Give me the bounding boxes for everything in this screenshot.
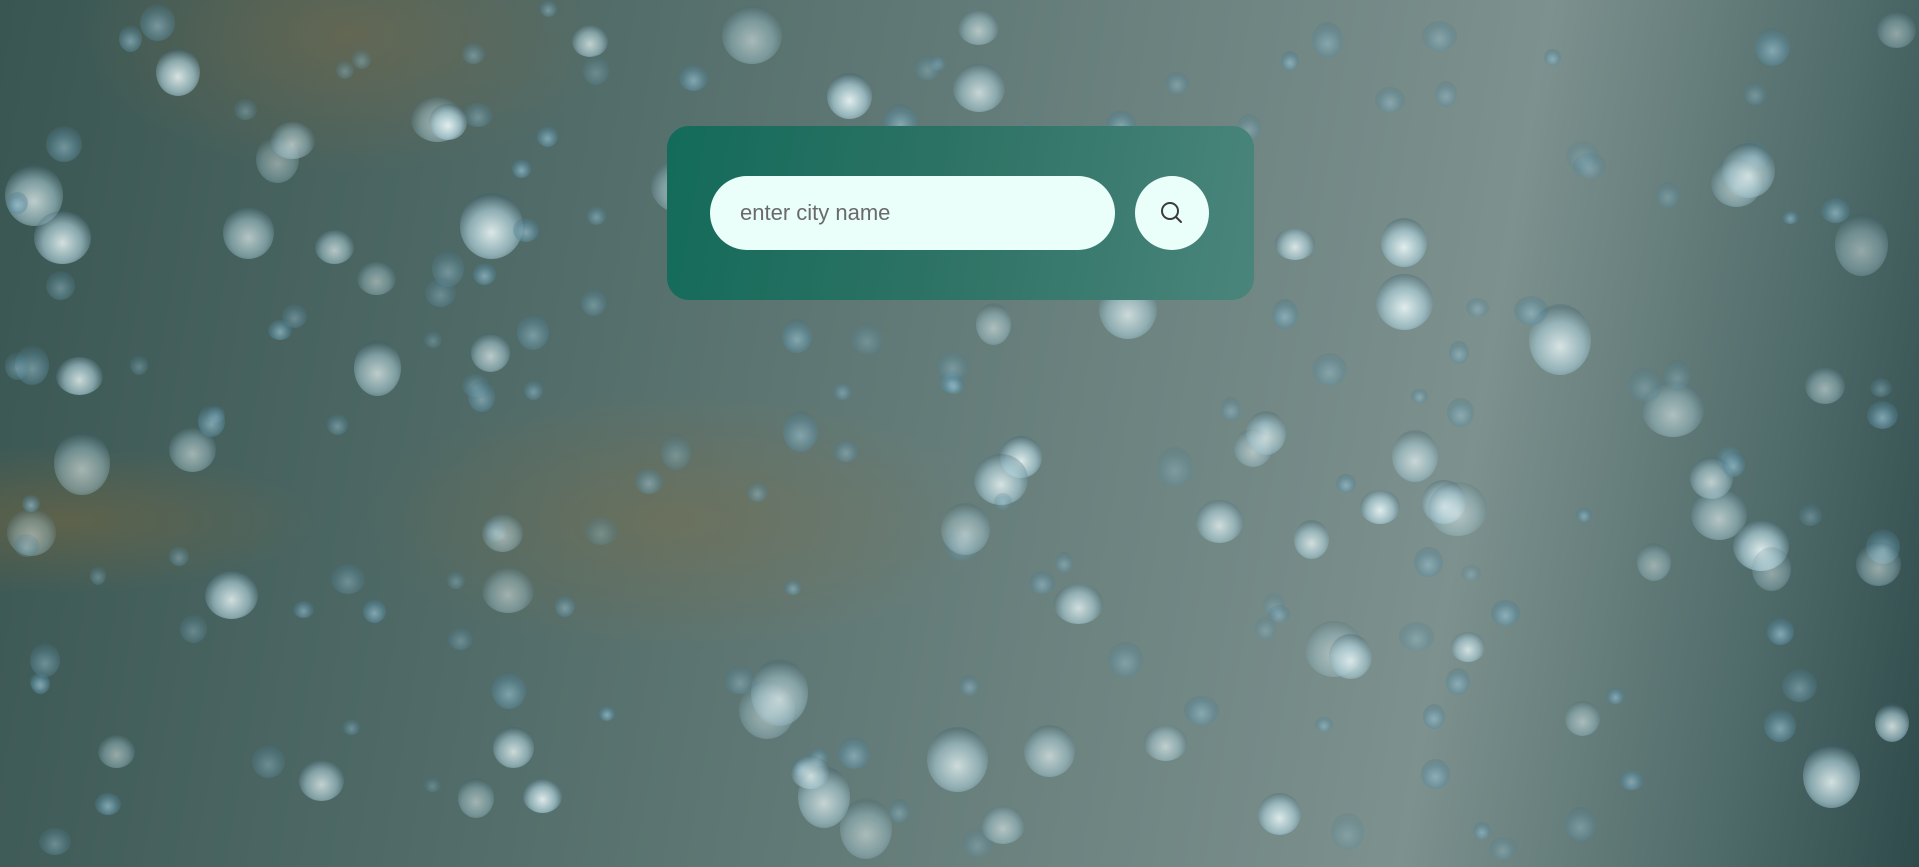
search-button[interactable]: [1135, 176, 1209, 250]
search-card: [667, 126, 1254, 300]
search-icon: [1161, 202, 1182, 223]
city-search-input[interactable]: [710, 176, 1115, 250]
